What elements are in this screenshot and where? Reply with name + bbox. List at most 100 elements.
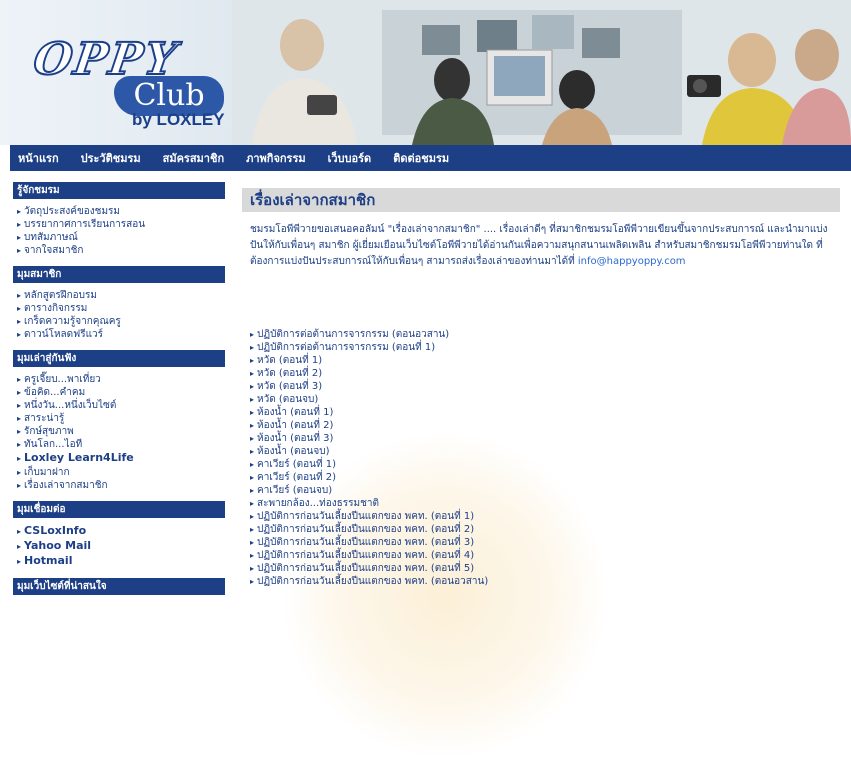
sidebar-link-label: ตารางกิจกรรม [24,303,88,314]
story-link-label: คาเวียร์ (ตอนจบ) [257,485,333,496]
sidebar-link-label: บรรยากาศการเรียนการสอน [24,219,146,230]
story-link[interactable]: ▸ ปฏิบัติการต่อต้านการจารกรรม (ตอนที่ 1) [250,341,840,354]
story-link[interactable]: ▸ ปฏิบัติการก่อนวันเลี้ยงปีนแตกของ พคท. (… [250,575,840,588]
story-link[interactable]: ▸ คาเวียร์ (ตอนจบ) [250,484,840,497]
header-banner: OPPY Club by LOXLEY [0,0,851,145]
sidebar-list: ▸ หลักสูตรฝึกอบรม ▸ ตารางกิจกรรม ▸ เกร็ดควา… [13,283,225,348]
story-link[interactable]: ▸ หวัด (ตอนที่ 1) [250,354,840,367]
story-link-label: ปฏิบัติการก่อนวันเลี้ยงปีนแตกของ พคท. (ต… [257,550,475,561]
story-link[interactable]: ▸ ห้องน้ำ (ตอนที่ 1) [250,406,840,419]
sidebar-link-label: หลักสูตรฝึกอบรม [24,290,97,301]
story-link[interactable]: ▸ ปฏิบัติการก่อนวันเลี้ยงปีนแตกของ พคท. (… [250,536,840,549]
sidebar-link-label: หนึ่งวัน...หนึ่งเว็บไซต์ [24,400,117,411]
sidebar-link[interactable]: ▸ Yahoo Mail [17,539,225,554]
sidebar-link-label: Hotmail [24,554,73,567]
bullet-icon: ▸ [250,382,255,391]
bullet-icon: ▸ [17,233,22,242]
bullet-icon: ▸ [17,427,22,436]
sidebar-list: ▸ ครูเจี๊ยบ...พาเที่ยว ▸ ข้อคิด...คำคม ▸ หน… [13,367,225,499]
story-link-label: ห้องน้ำ (ตอนจบ) [257,446,330,457]
story-link[interactable]: ▸ หวัด (ตอนที่ 3) [250,380,840,393]
story-link-label: สะพายกล้อง...ท่องธรรมชาติ [257,498,379,509]
story-link-label: คาเวียร์ (ตอนที่ 2) [257,472,337,483]
sidebar-link[interactable]: ▸ จากใจสมาชิก [17,244,225,257]
intro-paragraph: ชมรมโอพีพีวายขอเสนอคอลัมน์ "เรื่องเล่าจา… [250,222,840,270]
sidebar-link[interactable]: ▸ Loxley Learn4Life [17,451,225,466]
sidebar-link-label: Loxley Learn4Life [24,451,134,464]
bullet-icon: ▸ [250,460,255,469]
sidebar-link[interactable]: ▸ ตารางกิจกรรม [17,302,225,315]
page-title: เรื่องเล่าจากสมาชิก [242,188,840,212]
oppy-club-logo[interactable]: OPPY Club by LOXLEY [14,20,234,138]
bullet-icon: ▸ [17,291,22,300]
story-link[interactable]: ▸ ปฏิบัติการก่อนวันเลี้ยงปีนแตกของ พคท. (… [250,549,840,562]
bullet-icon: ▸ [250,577,255,586]
bullet-icon: ▸ [17,330,22,339]
story-link[interactable]: ▸ คาเวียร์ (ตอนที่ 1) [250,458,840,471]
bullet-icon: ▸ [250,564,255,573]
story-link[interactable]: ▸ หวัด (ตอนจบ) [250,393,840,406]
sidebar-link-label: วัตถุประสงค์ของชมรม [24,206,121,217]
story-link-label: ปฏิบัติการต่อต้านการจารกรรม (ตอนอวสาน) [257,329,450,340]
sidebar-link[interactable]: ▸ รักษ์สุขภาพ [17,425,225,438]
nav-webboard[interactable]: เว็บบอร์ด [317,149,383,167]
sidebar-list: ▸ CSLoxInfo ▸ Yahoo Mail ▸ Hotmail [13,518,225,576]
story-link[interactable]: ▸ หวัด (ตอนที่ 2) [250,367,840,380]
nav-home[interactable]: หน้าแรก [10,149,70,167]
story-link[interactable]: ▸ ปฏิบัติการก่อนวันเลี้ยงปีนแตกของ พคท. (… [250,562,840,575]
story-link[interactable]: ▸ คาเวียร์ (ตอนที่ 2) [250,471,840,484]
story-link[interactable]: ▸ ปฏิบัติการก่อนวันเลี้ยงปีนแตกของ พคท. (… [250,510,840,523]
bullet-icon: ▸ [250,447,255,456]
sidebar-link-label: Yahoo Mail [24,539,92,552]
top-navigation: หน้าแรก ประวัติชมรม สมัครสมาชิก ภาพกิจกร… [10,145,851,171]
nav-contact[interactable]: ติดต่อชมรม [382,149,460,167]
bullet-icon: ▸ [250,369,255,378]
logo-by-loxley: by LOXLEY [132,110,225,129]
sidebar-link[interactable]: ▸ หนึ่งวัน...หนึ่งเว็บไซต์ [17,399,225,412]
bullet-icon: ▸ [250,434,255,443]
sidebar-link[interactable]: ▸ บรรยากาศการเรียนการสอน [17,218,225,231]
bullet-icon: ▸ [250,356,255,365]
header-photo-illustration [232,0,851,145]
bullet-icon: ▸ [250,395,255,404]
sidebar-link[interactable]: ▸ หลักสูตรฝึกอบรม [17,289,225,302]
sidebar-link[interactable]: ▸ Hotmail [17,554,225,569]
story-link-label: หวัด (ตอนที่ 3) [257,381,323,392]
story-link[interactable]: ▸ ปฏิบัติการก่อนวันเลี้ยงปีนแตกของ พคท. (… [250,523,840,536]
sidebar-link-label: ครูเจี๊ยบ...พาเที่ยว [24,374,101,385]
nav-gallery[interactable]: ภาพกิจกรรม [235,149,317,167]
nav-register[interactable]: สมัครสมาชิก [152,149,236,167]
bullet-icon: ▸ [17,468,22,477]
sidebar-link[interactable]: ▸ ข้อคิด...คำคม [17,386,225,399]
sidebar-link-label: สาระน่ารู้ [24,413,65,424]
sidebar-link-label: รักษ์สุขภาพ [24,426,74,437]
bullet-icon: ▸ [17,246,22,255]
story-link[interactable]: ▸ ห้องน้ำ (ตอนที่ 3) [250,432,840,445]
sidebar-link[interactable]: ▸ สาระน่ารู้ [17,412,225,425]
sidebar-link[interactable]: ▸ ดาวน์โหลดฟรีแวร์ [17,328,225,341]
sidebar-link-label: ทันโลก...ไอที [24,439,83,450]
email-link[interactable]: info@happyoppy.com [578,256,686,267]
story-list: ▸ ปฏิบัติการต่อต้านการจารกรรม (ตอนอวสาน) ▸… [250,328,840,588]
sidebar-link[interactable]: ▸ ทันโลก...ไอที [17,438,225,451]
sidebar-link[interactable]: ▸ บทสัมภาษณ์ [17,231,225,244]
sidebar-link[interactable]: ▸ เรื่องเล่าจากสมาชิก [17,479,225,492]
sidebar-link[interactable]: ▸ CSLoxInfo [17,524,225,539]
bullet-icon: ▸ [250,486,255,495]
story-link[interactable]: ▸ ห้องน้ำ (ตอนจบ) [250,445,840,458]
sidebar-link[interactable]: ▸ วัตถุประสงค์ของชมรม [17,205,225,218]
bullet-icon: ▸ [250,551,255,560]
bullet-icon: ▸ [250,408,255,417]
intro-text: ชมรมโอพีพีวายขอเสนอคอลัมน์ "เรื่องเล่าจา… [250,224,828,267]
sidebar-link[interactable]: ▸ เก็บมาฝาก [17,466,225,479]
bullet-icon: ▸ [250,473,255,482]
sidebar-link[interactable]: ▸ เกร็ดความรู้จากคุณครู [17,315,225,328]
story-link-label: คาเวียร์ (ตอนที่ 1) [257,459,337,470]
nav-history[interactable]: ประวัติชมรม [70,149,152,167]
sidebar-link[interactable]: ▸ ครูเจี๊ยบ...พาเที่ยว [17,373,225,386]
story-link[interactable]: ▸ ห้องน้ำ (ตอนที่ 2) [250,419,840,432]
story-link-label: หวัด (ตอนที่ 2) [257,368,323,379]
story-link-label: ห้องน้ำ (ตอนที่ 2) [257,420,334,431]
story-link[interactable]: ▸ ปฏิบัติการต่อต้านการจารกรรม (ตอนอวสาน) [250,328,840,341]
story-link[interactable]: ▸ สะพายกล้อง...ท่องธรรมชาติ [250,497,840,510]
